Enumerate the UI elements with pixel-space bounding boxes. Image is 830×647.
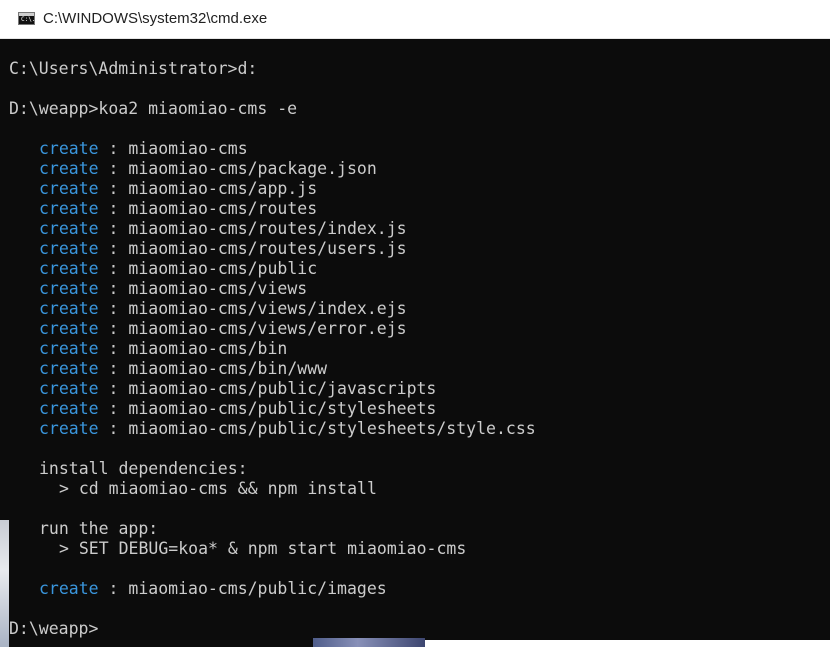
desktop-background-bottom-right: [425, 640, 830, 647]
cmd-icon-prompt: C:\.: [21, 16, 36, 23]
console-line-text: C:\Users\Administrator>d:: [9, 59, 258, 78]
create-line: create : miaomiao-cms/public/images: [9, 579, 536, 599]
console-output[interactable]: C:\Users\Administrator>d: D:\weapp>koa2 …: [0, 39, 830, 647]
create-path: miaomiao-cms/views: [128, 279, 308, 298]
console-line-text: D:\weapp>: [9, 619, 99, 638]
create-line: create : miaomiao-cms/bin/www: [9, 359, 536, 379]
create-keyword: create: [39, 339, 99, 358]
create-separator: :: [98, 159, 129, 178]
create-keyword: create: [39, 159, 99, 178]
create-line: create : miaomiao-cms/public/javascripts: [9, 379, 536, 399]
create-path: miaomiao-cms/bin/www: [128, 359, 328, 378]
create-path: miaomiao-cms/bin: [128, 339, 288, 358]
create-line: create : miaomiao-cms/routes/users.js: [9, 239, 536, 259]
create-keyword: create: [39, 259, 99, 278]
create-separator: :: [98, 359, 129, 378]
create-keyword: create: [39, 299, 99, 318]
create-line: create : miaomiao-cms/public/stylesheets: [9, 399, 536, 419]
create-separator: :: [98, 339, 129, 358]
create-line: create : miaomiao-cms/views: [9, 279, 536, 299]
create-path: miaomiao-cms/views/error.ejs: [128, 319, 407, 338]
create-line: create : miaomiao-cms/app.js: [9, 179, 536, 199]
create-separator: :: [98, 139, 129, 158]
create-keyword: create: [39, 219, 99, 238]
create-separator: :: [98, 419, 129, 438]
create-keyword: create: [39, 579, 99, 598]
create-separator: :: [98, 299, 129, 318]
create-keyword: create: [39, 239, 99, 258]
create-keyword: create: [39, 319, 99, 338]
create-path: miaomiao-cms/app.js: [128, 179, 318, 198]
create-line: create : miaomiao-cms/routes/index.js: [9, 219, 536, 239]
create-path: miaomiao-cms/public/javascripts: [128, 379, 437, 398]
create-keyword: create: [39, 359, 99, 378]
create-path: miaomiao-cms/public: [128, 259, 318, 278]
create-separator: :: [98, 319, 129, 338]
console-command-hint: > SET DEBUG=koa* & npm start miaomiao-cm…: [9, 539, 536, 559]
create-separator: :: [98, 379, 129, 398]
create-path: miaomiao-cms/routes/index.js: [128, 219, 407, 238]
create-separator: :: [98, 199, 129, 218]
console-line-text: > SET DEBUG=koa* & npm start miaomiao-cm…: [59, 539, 467, 558]
create-line: create : miaomiao-cms/bin: [9, 339, 536, 359]
console-section-heading: install dependencies:: [9, 459, 536, 479]
create-keyword: create: [39, 399, 99, 418]
desktop-background-left: [0, 520, 9, 647]
create-path: miaomiao-cms: [128, 139, 248, 158]
create-separator: :: [98, 279, 129, 298]
console-line: C:\Users\Administrator>d:: [9, 59, 536, 79]
console-lines: C:\Users\Administrator>d: D:\weapp>koa2 …: [9, 59, 536, 639]
cmd-window: C:\. C:\WINDOWS\system32\cmd.exe C:\User…: [0, 0, 830, 647]
console-line-text: install dependencies:: [39, 459, 248, 478]
create-separator: :: [98, 259, 129, 278]
create-path: miaomiao-cms/views/index.ejs: [128, 299, 407, 318]
create-line: create : miaomiao-cms/public: [9, 259, 536, 279]
create-keyword: create: [39, 419, 99, 438]
create-keyword: create: [39, 139, 99, 158]
create-path: miaomiao-cms/public/images: [128, 579, 387, 598]
create-separator: :: [98, 399, 129, 418]
console-line: D:\weapp>koa2 miaomiao-cms -e: [9, 99, 536, 119]
create-path: miaomiao-cms/routes: [128, 199, 318, 218]
console-line-text: run the app:: [39, 519, 159, 538]
create-line: create : miaomiao-cms/views/index.ejs: [9, 299, 536, 319]
create-path: miaomiao-cms/routes/users.js: [128, 239, 407, 258]
console-command-hint: > cd miaomiao-cms && npm install: [9, 479, 536, 499]
create-path: miaomiao-cms/public/stylesheets/style.cs…: [128, 419, 536, 438]
create-keyword: create: [39, 379, 99, 398]
create-keyword: create: [39, 179, 99, 198]
create-line: create : miaomiao-cms/public/stylesheets…: [9, 419, 536, 439]
create-keyword: create: [39, 279, 99, 298]
create-separator: :: [98, 219, 129, 238]
console-line-text: > cd miaomiao-cms && npm install: [59, 479, 377, 498]
title-bar[interactable]: C:\. C:\WINDOWS\system32\cmd.exe: [0, 0, 830, 39]
create-line: create : miaomiao-cms/package.json: [9, 159, 536, 179]
create-separator: :: [98, 179, 129, 198]
create-path: miaomiao-cms/public/stylesheets: [128, 399, 437, 418]
create-separator: :: [98, 239, 129, 258]
create-line: create : miaomiao-cms: [9, 139, 536, 159]
console-section-heading: run the app:: [9, 519, 536, 539]
console-line: D:\weapp>: [9, 619, 536, 639]
cmd-icon[interactable]: C:\.: [18, 12, 35, 25]
create-line: create : miaomiao-cms/views/error.ejs: [9, 319, 536, 339]
create-keyword: create: [39, 199, 99, 218]
desktop-background-bottom: [313, 638, 425, 647]
create-separator: :: [98, 579, 129, 598]
window-title: C:\WINDOWS\system32\cmd.exe: [43, 10, 268, 27]
create-line: create : miaomiao-cms/routes: [9, 199, 536, 219]
create-path: miaomiao-cms/package.json: [128, 159, 377, 178]
console-line-text: D:\weapp>koa2 miaomiao-cms -e: [9, 99, 298, 118]
